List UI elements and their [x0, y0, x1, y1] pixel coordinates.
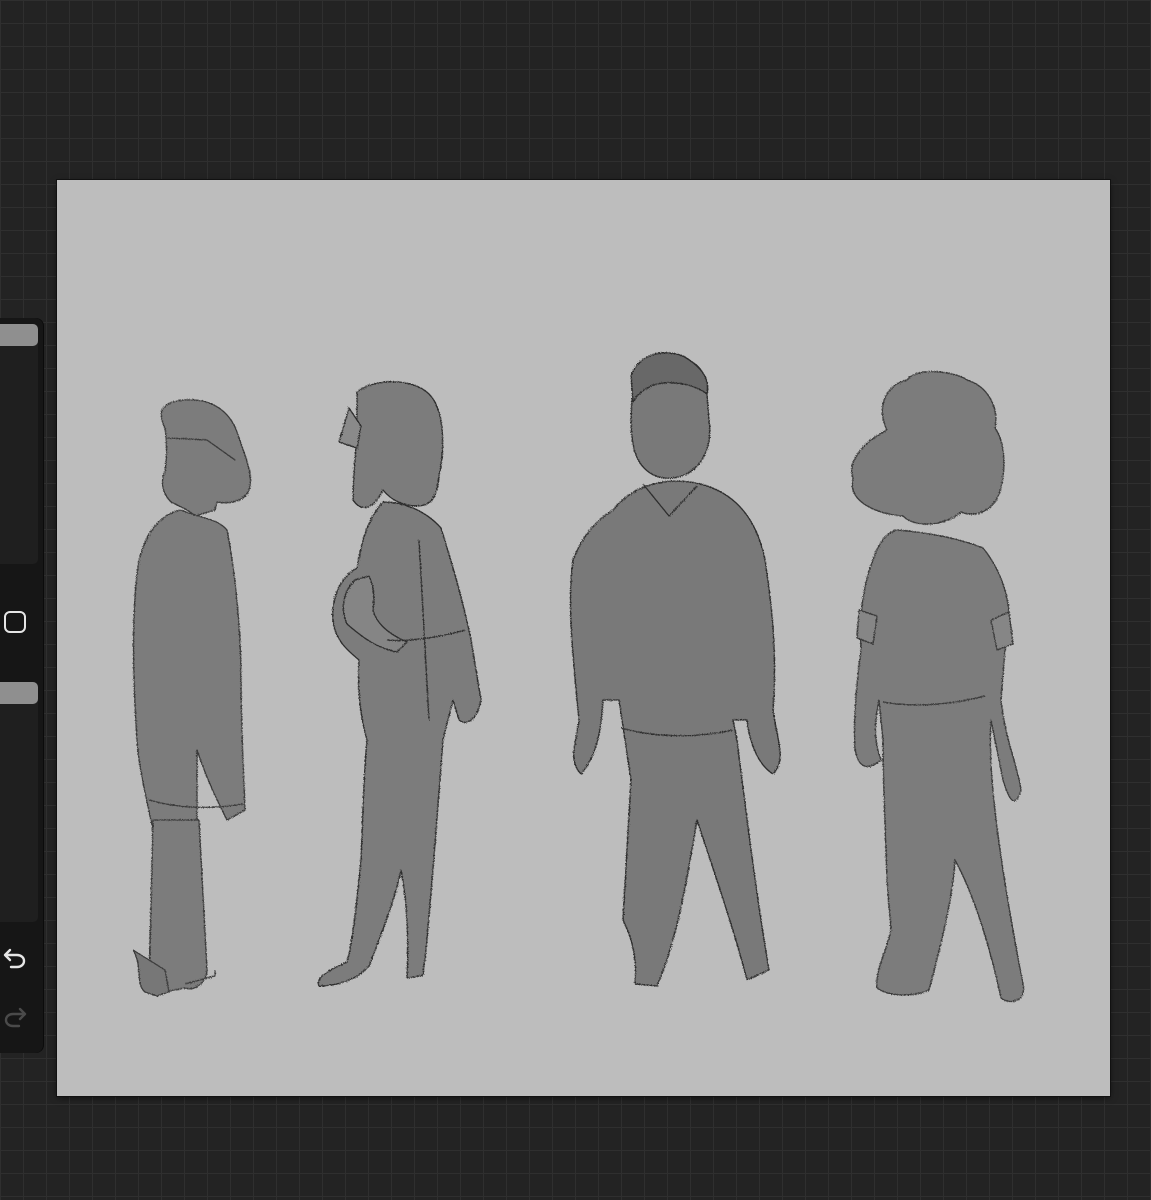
figure-curly-hair-kid: [851, 370, 1025, 1003]
brush-size-slider[interactable]: [0, 324, 38, 564]
brush-sidebar: [0, 318, 43, 1053]
figure-girl-short-hair: [132, 399, 252, 997]
redo-arrow-icon: [4, 1007, 27, 1028]
figure-girl-hands-on-hip: [317, 381, 482, 987]
modify-button[interactable]: [0, 607, 30, 637]
drawing-canvas[interactable]: [57, 180, 1110, 1096]
undo-button[interactable]: [0, 942, 30, 972]
redo-button[interactable]: [0, 1001, 30, 1031]
sketch-artwork: [132, 352, 1025, 1003]
undo-arrow-icon: [3, 948, 26, 969]
brush-opacity-slider[interactable]: [0, 682, 38, 922]
brush-opacity-slider-handle[interactable]: [0, 682, 38, 704]
procreate-workspace: [0, 0, 1151, 1200]
brush-size-slider-handle[interactable]: [0, 324, 38, 346]
figure-boy-hoodie: [569, 352, 781, 987]
square-outline-icon: [3, 611, 26, 633]
